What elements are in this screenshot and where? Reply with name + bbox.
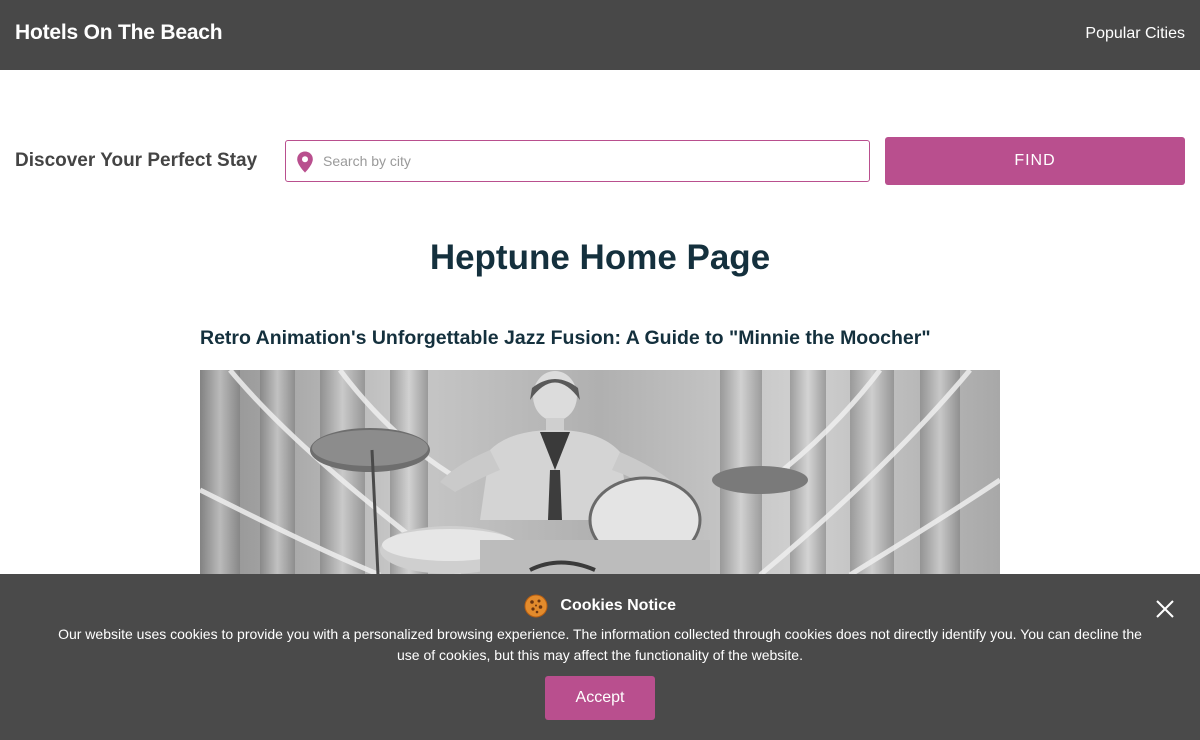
popular-cities-link[interactable]: Popular Cities — [1085, 25, 1185, 43]
accept-cookies-button[interactable]: Accept — [545, 676, 655, 720]
search-section: Discover Your Perfect Stay FIND — [0, 137, 1200, 185]
search-heading: Discover Your Perfect Stay — [15, 150, 258, 171]
cookie-icon — [524, 594, 548, 618]
close-icon[interactable] — [1154, 598, 1176, 620]
cookie-notice-title: Cookies Notice — [560, 597, 677, 614]
city-search-input[interactable] — [323, 141, 863, 181]
search-box[interactable] — [285, 140, 870, 182]
article-image[interactable] — [200, 370, 1000, 575]
article-title-link[interactable]: Retro Animation's Unforgettable Jazz Fus… — [200, 327, 1000, 350]
find-button[interactable]: FIND — [885, 137, 1185, 185]
cookie-notice-header: Cookies Notice — [0, 594, 1200, 618]
page-title: Heptune Home Page — [429, 238, 771, 277]
cookie-notice-text: Our website uses cookies to provide you … — [58, 626, 1142, 663]
top-navigation-bar: Hotels On The Beach Popular Cities — [0, 0, 1200, 70]
map-pin-icon — [297, 151, 313, 173]
cookie-notice-banner: Cookies Notice Our website uses cookies … — [0, 574, 1200, 740]
drummer-photo — [200, 370, 1000, 575]
site-brand-link[interactable]: Hotels On The Beach — [15, 21, 223, 45]
